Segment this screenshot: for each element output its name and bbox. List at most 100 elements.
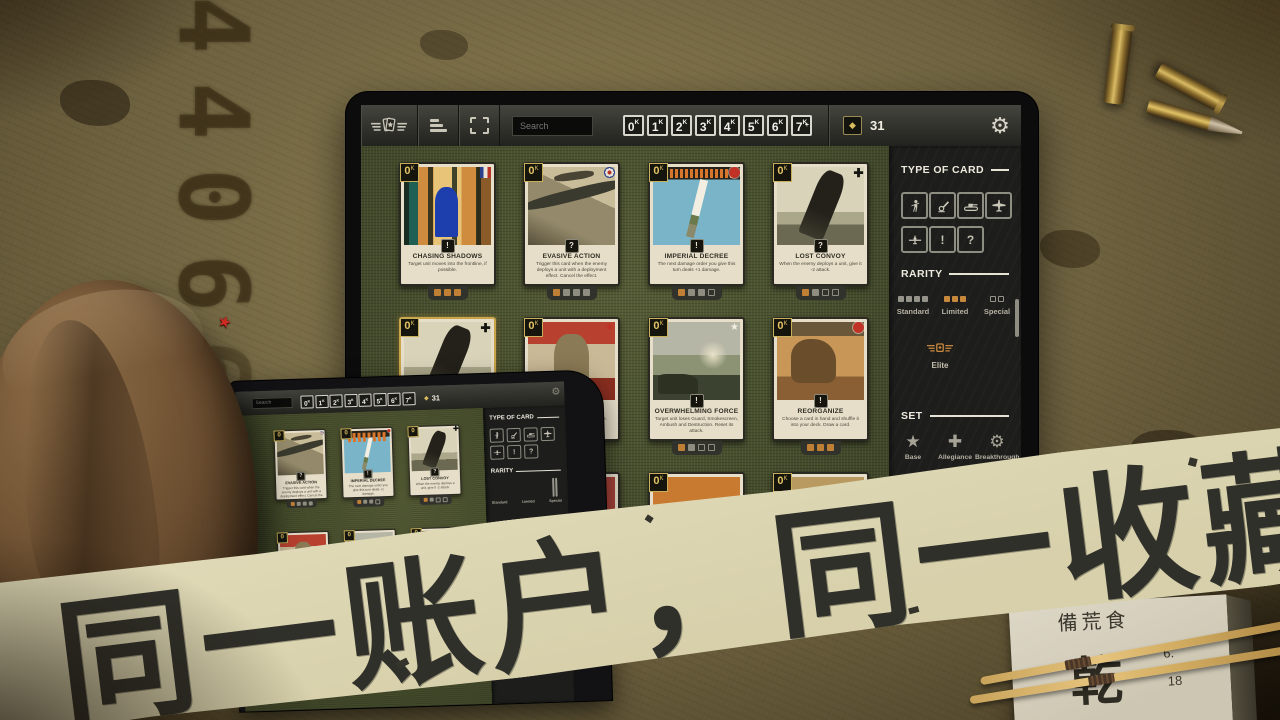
cost-filter-4[interactable]: 4K <box>719 115 740 136</box>
filter-artillery-button[interactable] <box>929 192 956 219</box>
filter-countermeasure-button[interactable]: ? <box>957 226 984 253</box>
filter-fighter-button[interactable] <box>490 445 504 459</box>
gem-diamond-icon: ◆ <box>424 394 429 401</box>
paper-heading-text: 備荒食 <box>1057 604 1130 637</box>
rarity-limited-button[interactable]: Limited <box>935 296 975 316</box>
card-lost-convoy[interactable]: 0K ? LOST CONVOY When the enemy deploys … <box>772 162 869 286</box>
count-square <box>698 444 705 451</box>
sidebar-scrollbar-thumb[interactable] <box>1015 299 1019 337</box>
rarity-squares <box>977 296 1017 302</box>
phone-card-lost-convoy[interactable]: 0 ? LOST CONVOY When the enemy deploys a… <box>407 425 461 497</box>
filter-fighter-button[interactable] <box>901 226 928 253</box>
search-input[interactable] <box>512 116 593 136</box>
cost-filter-5[interactable]: 5K <box>743 115 764 136</box>
rarity-special-button[interactable]: Special <box>977 296 1017 316</box>
nation-flag-icon <box>387 429 390 432</box>
nation-flag-icon <box>320 431 323 434</box>
card-imperial-decree[interactable]: 0K ! IMPERIAL DECREE The next damage ord… <box>648 162 745 286</box>
card-chasing-shadows[interactable]: 0K ! CHASING SHADOWS Target unit moves i… <box>399 162 496 286</box>
set-breakthrough-button[interactable]: ⚙ Breakthrough <box>975 432 1019 461</box>
tank-icon <box>527 430 535 438</box>
card-overwhelming-force[interactable]: 0K ! OVERWHELMING FORCE Target unit lose… <box>648 317 745 441</box>
phone-cost-filter[interactable]: 0K <box>300 395 313 408</box>
rarity-elite-button[interactable]: Elite <box>907 342 973 370</box>
count-square <box>807 444 814 451</box>
filter-infantry-button[interactable] <box>901 192 928 219</box>
cost-filter-bar: 0K 1K 2K 3K 4K 5K 6K 7K+ <box>623 115 812 136</box>
count-square <box>424 498 428 502</box>
card-title: OVERWHELMING FORCE <box>652 408 741 415</box>
card-evasive-action[interactable]: 0K ? EVASIVE ACTION Trigger this card wh… <box>523 162 620 286</box>
rarity-squares <box>893 296 933 302</box>
home-logo-button[interactable] <box>361 105 418 146</box>
gem-diamond-icon: ◆ <box>843 116 862 135</box>
phone-card-evasive-action[interactable]: 0 ? EVASIVE ACTION Trigger this card whe… <box>273 429 327 501</box>
phone-cost-filter[interactable]: 2K <box>329 394 342 407</box>
phone-cost-filter[interactable]: 4K <box>358 393 371 406</box>
rarity-special-button[interactable]: Special <box>549 479 562 503</box>
phone-card-imperial-decree[interactable]: 0 ! IMPERIAL DECREE The next damage orde… <box>340 427 394 499</box>
card-text: When the enemy deploys a unit, give it -… <box>413 481 457 490</box>
fighter-icon <box>908 233 922 247</box>
rarity-limited-button[interactable]: Limited <box>521 479 535 503</box>
set-base-button[interactable]: ★ Base <box>891 432 935 461</box>
owned-count-badge <box>420 495 452 505</box>
star-icon: ★ <box>891 432 935 452</box>
phone-cost-filter[interactable]: 5K <box>373 393 386 406</box>
set-header: SET <box>901 410 1009 422</box>
filter-tank-button[interactable] <box>957 192 984 219</box>
settings-gear-button[interactable]: ⚙ <box>985 111 1015 141</box>
phone-cost-filter[interactable]: 3K <box>344 393 357 406</box>
filter-countermeasure-button[interactable]: ? <box>524 444 538 458</box>
filter-bomber-button[interactable] <box>985 192 1012 219</box>
count-square <box>678 444 685 451</box>
filter-infantry-button[interactable] <box>490 428 504 442</box>
card-reorganize[interactable]: 0K ! REORGANIZE Choose a card in hand an… <box>772 317 869 441</box>
deck-stack-button[interactable] <box>418 105 459 146</box>
filter-order-button[interactable]: ! <box>929 226 956 253</box>
filter-artillery-button[interactable] <box>507 428 521 442</box>
card-text: The next damage order you give this turn… <box>655 262 738 274</box>
owned-count-badge <box>547 286 597 300</box>
phone-search-input[interactable] <box>251 396 292 408</box>
card-type-icon: ? <box>565 239 579 253</box>
multi-select-button[interactable] <box>459 105 500 146</box>
count-square <box>812 289 819 296</box>
rarity-header: RARITY <box>491 467 561 475</box>
count-square <box>822 289 829 296</box>
count-square <box>444 289 451 296</box>
filter-b omber-button[interactable] <box>540 427 554 441</box>
set-allegiance-button[interactable]: ✚ Allegiance <box>933 432 977 461</box>
cost-filter-0[interactable]: 0K <box>623 115 644 136</box>
infantry-icon <box>493 431 501 439</box>
artillery-icon <box>936 199 950 213</box>
nation-flag-icon <box>604 322 615 333</box>
filter-order-button[interactable]: ! <box>507 445 521 459</box>
dashed-select-icon <box>470 117 489 134</box>
card-text: Choose a card in hand and shuffle it int… <box>779 417 862 429</box>
cost-filter-6[interactable]: 6K <box>767 115 788 136</box>
phone-settings-gear-button[interactable]: ⚙ <box>551 387 560 398</box>
cost-filter-2[interactable]: 2K <box>671 115 692 136</box>
phone-cost-filter[interactable]: 1K <box>315 394 328 407</box>
nation-flag-icon <box>729 167 740 178</box>
cost-filter-3[interactable]: 3K <box>695 115 716 136</box>
filter-tank-button[interactable] <box>523 427 537 441</box>
count-square <box>369 499 373 503</box>
card-text: Trigger this card when the enemy deploys… <box>530 262 613 281</box>
count-square <box>688 444 695 451</box>
phone-cost-filter[interactable]: 6K <box>387 392 400 405</box>
rarity-standard-button[interactable]: Standard <box>491 480 507 504</box>
countermeasure-question-icon: ? <box>967 233 974 247</box>
elite-wings-icon <box>926 342 954 355</box>
cost-filter-7-plus[interactable]: 7K+ <box>791 115 812 136</box>
cost-filter-1[interactable]: 1K <box>647 115 668 136</box>
currency-value: 31 <box>431 393 440 402</box>
count-square <box>363 500 367 504</box>
nation-flag-icon <box>853 322 864 333</box>
nation-flag-icon <box>853 167 864 178</box>
nation-flag-icon <box>604 167 615 178</box>
rarity-standard-button[interactable]: Standard <box>893 296 933 316</box>
currency-counter: ◆ 31 <box>828 105 884 146</box>
phone-cost-filter[interactable]: 7K <box>402 392 415 405</box>
